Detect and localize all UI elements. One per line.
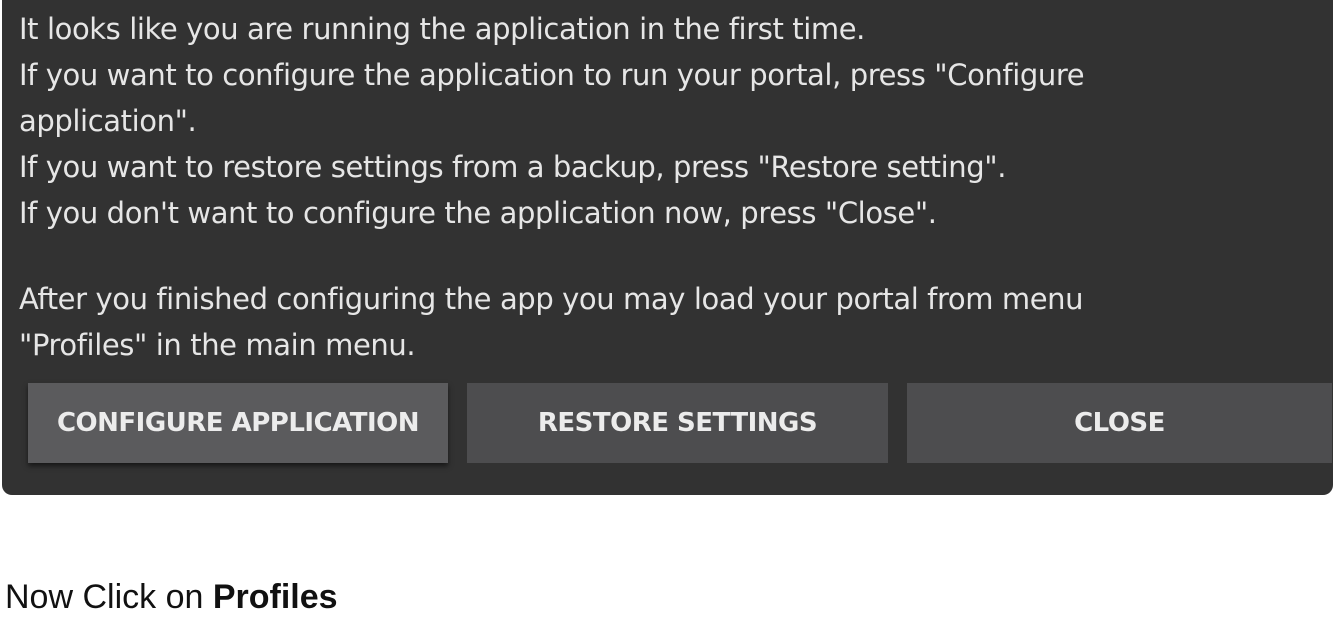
dialog-button-row: CONFIGURE APPLICATION RESTORE SETTINGS C…	[28, 383, 1332, 463]
instruction-caption: Now Click on Profiles	[5, 578, 338, 617]
caption-bold-text: Profiles	[212, 578, 338, 616]
message-line: application".	[19, 104, 197, 138]
message-line: It looks like you are running the applic…	[19, 12, 865, 46]
message-line: If you don't want to configure the appli…	[19, 196, 937, 230]
message-spacer	[19, 236, 1333, 276]
message-line: After you finished configuring the app y…	[19, 282, 1084, 316]
message-line: "Profiles" in the main menu.	[19, 328, 416, 362]
dialog-message: It looks like you are running the applic…	[19, 6, 1333, 368]
message-line: If you want to restore settings from a b…	[19, 150, 1007, 184]
configure-application-button[interactable]: CONFIGURE APPLICATION	[28, 383, 448, 463]
restore-settings-button[interactable]: RESTORE SETTINGS	[467, 383, 888, 463]
caption-text: Now Click on	[5, 578, 213, 616]
first-run-dialog: It looks like you are running the applic…	[2, 0, 1333, 495]
message-line: If you want to configure the application…	[19, 58, 1085, 92]
close-button[interactable]: CLOSE	[907, 383, 1332, 463]
